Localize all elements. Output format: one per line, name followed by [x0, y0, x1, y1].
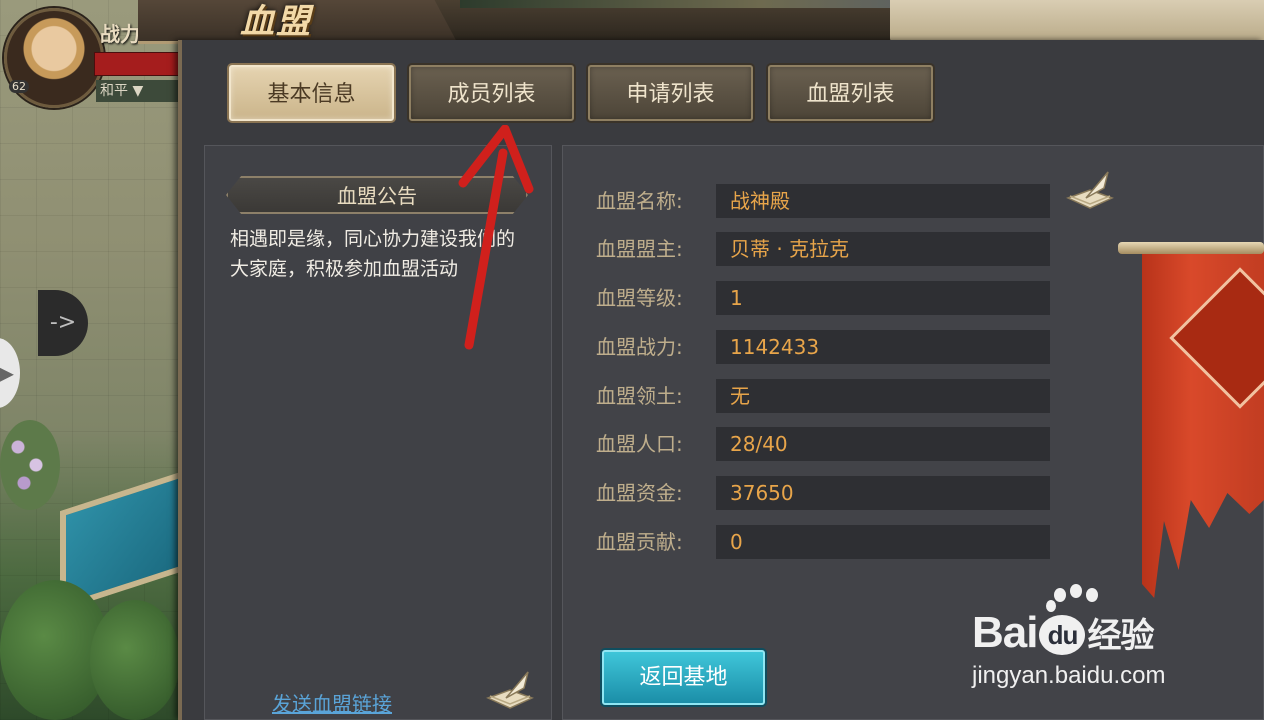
info-label: 血盟等级: — [596, 286, 683, 310]
watermark-du: du — [1039, 615, 1086, 656]
banner-emblem — [1169, 267, 1264, 409]
info-value: 1142433 — [716, 330, 1050, 364]
info-label: 血盟战力: — [596, 335, 683, 359]
return-to-base-button[interactable]: 返回基地 — [602, 650, 765, 705]
info-value: 37650 — [716, 476, 1050, 510]
info-label: 血盟名称: — [596, 189, 683, 213]
info-label: 血盟资金: — [596, 481, 683, 505]
info-label: 血盟人口: — [596, 432, 683, 456]
watermark-paw — [1070, 584, 1082, 598]
hp-bar — [94, 52, 180, 76]
edit-name-icon[interactable] — [1064, 168, 1116, 214]
edit-notice-icon[interactable] — [484, 668, 536, 714]
info-label: 血盟贡献: — [596, 530, 683, 554]
tree — [90, 600, 180, 720]
info-value: 0 — [716, 525, 1050, 559]
info-value: 无 — [716, 379, 1050, 413]
send-guild-link[interactable]: 发送血盟链接 — [272, 688, 392, 717]
flower-bush — [0, 420, 60, 510]
info-value: 贝蒂 · 克拉克 — [716, 232, 1050, 266]
info-label: 血盟盟主: — [596, 237, 683, 261]
info-value: 28/40 — [716, 427, 1050, 461]
tab-basic-info[interactable]: 基本信息 — [229, 65, 394, 121]
combat-power-label: 战力 — [100, 22, 140, 46]
watermark-paw — [1054, 588, 1066, 602]
info-value: 1 — [716, 281, 1050, 315]
player-avatar[interactable]: 62 — [4, 8, 104, 108]
watermark-url: jingyan.baidu.com — [972, 662, 1166, 689]
page-title: 血盟 — [240, 2, 312, 42]
info-label: 血盟领土: — [596, 384, 683, 408]
game-world-background — [0, 0, 180, 720]
watermark-jingyan: 经验 — [1087, 617, 1154, 655]
stance-dropdown[interactable]: 和平 ▼ — [96, 80, 180, 102]
player-level-badge: 62 — [9, 80, 29, 93]
info-value: 战神殿 — [716, 184, 1050, 218]
banner-pole — [1118, 242, 1264, 254]
baidu-watermark: Bai du 经验 — [972, 608, 1154, 658]
red-arrow-annotation — [458, 125, 534, 350]
watermark-paw — [1086, 588, 1098, 602]
tab-member-list[interactable]: 成员列表 — [409, 65, 574, 121]
tab-guild-list[interactable]: 血盟列表 — [768, 65, 933, 121]
watermark-bai: Bai — [972, 608, 1038, 657]
tab-application-list[interactable]: 申请列表 — [588, 65, 753, 121]
